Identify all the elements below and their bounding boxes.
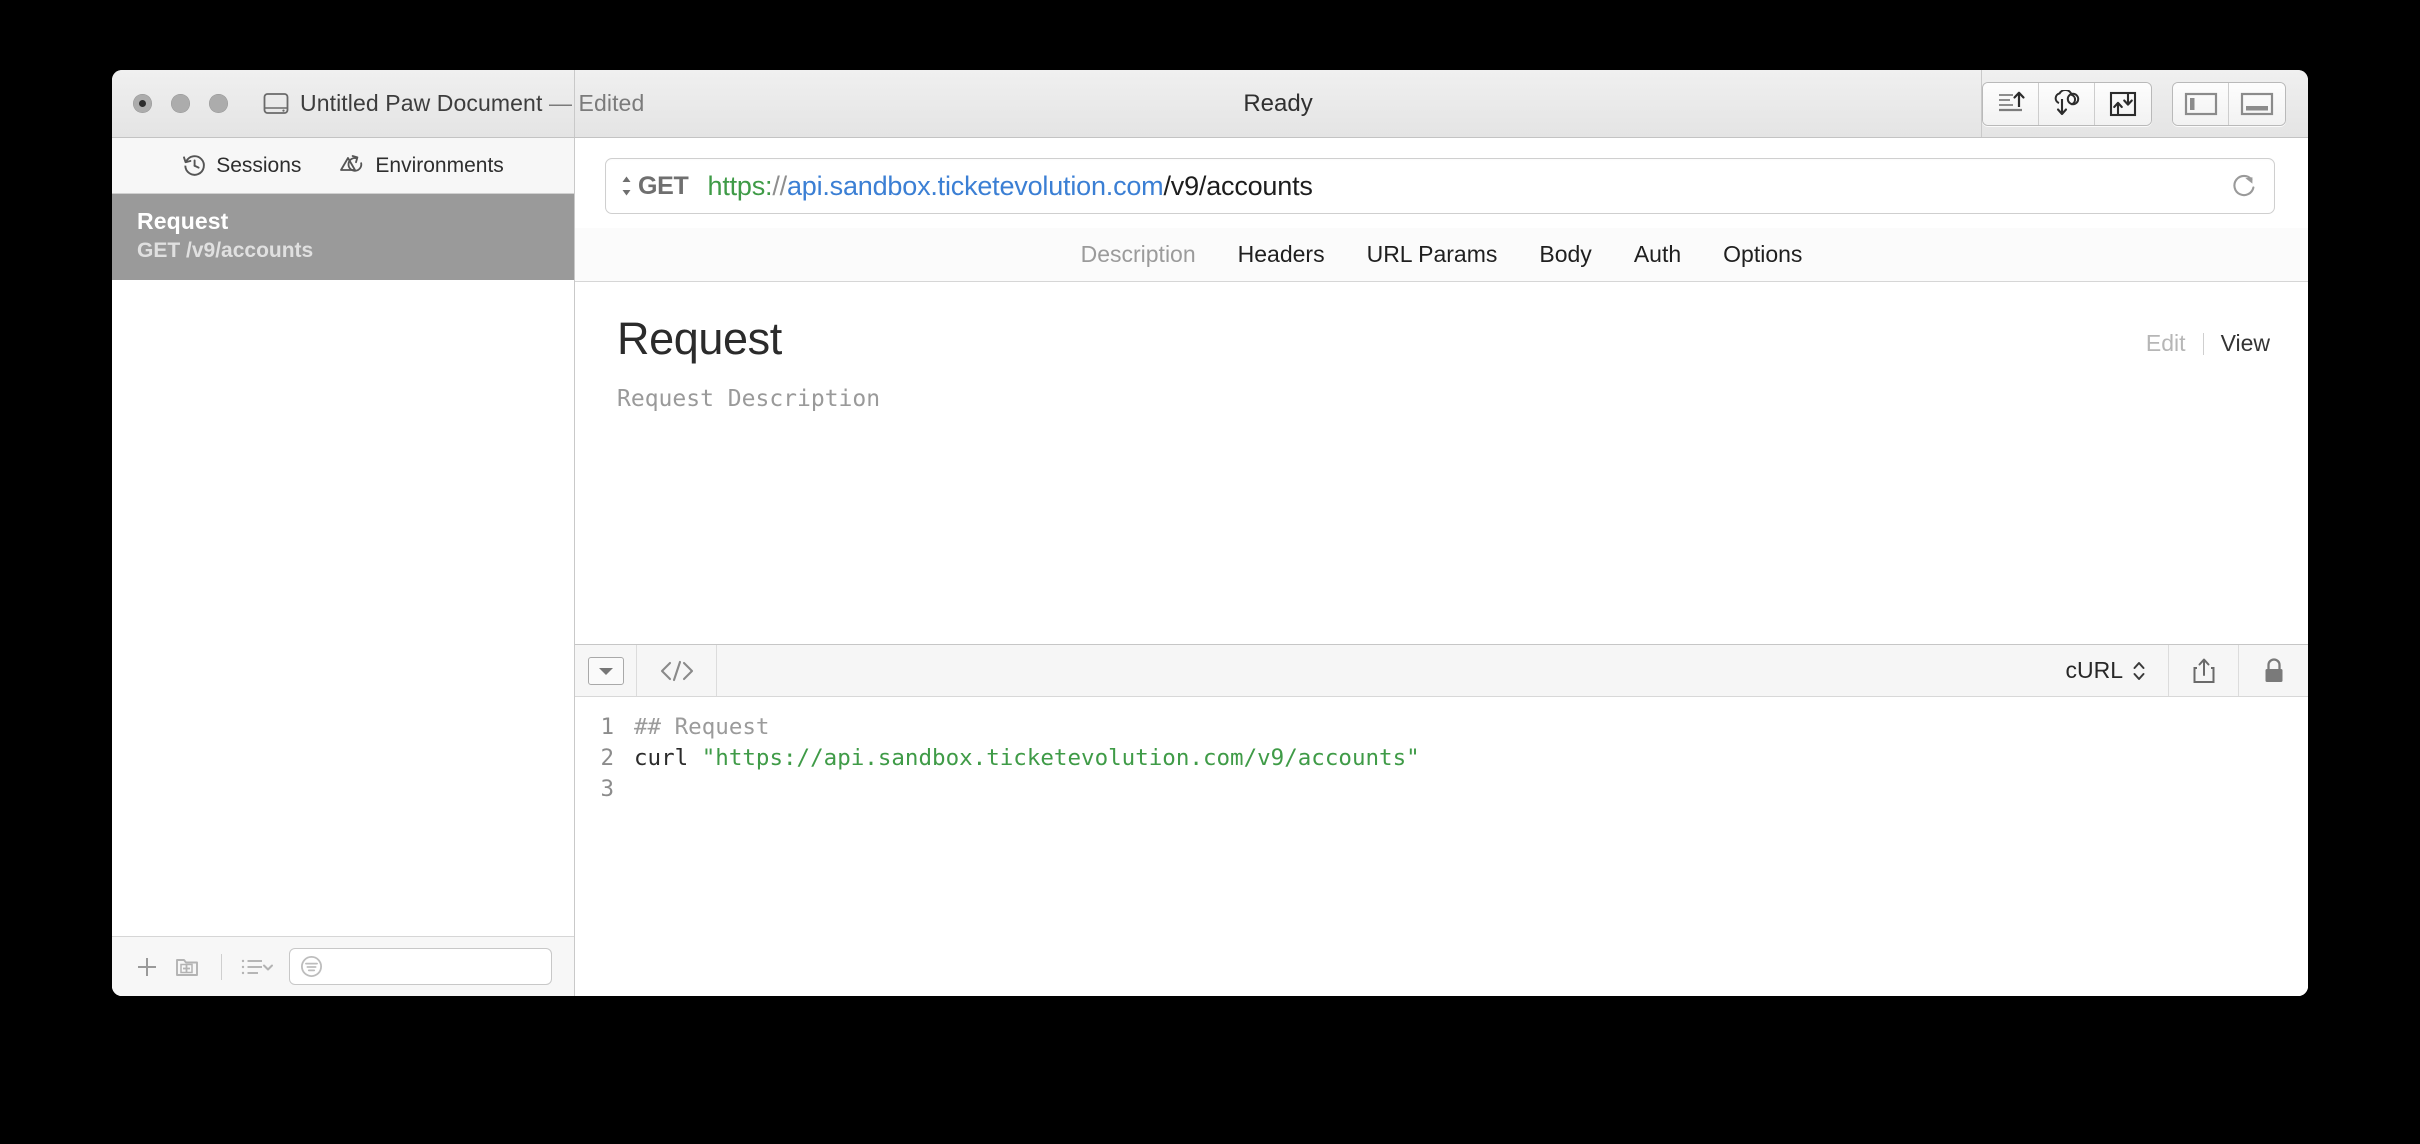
share-button[interactable]	[2168, 645, 2238, 696]
code-toolbar-spacer	[717, 645, 2043, 696]
url-slashes: //	[772, 170, 787, 201]
edit-button[interactable]: Edit	[2146, 330, 2186, 357]
minimize-button[interactable]	[171, 94, 190, 113]
clock-history-icon	[182, 153, 207, 178]
environments-icon	[339, 153, 366, 178]
window-controls	[133, 94, 228, 113]
toggle-left-sidebar-button[interactable]	[2173, 82, 2229, 125]
generated-code-area[interactable]: 1 2 3 ## Request curl "https://api.sandbox.…	[575, 697, 2308, 996]
code-line: ## Request	[634, 712, 2308, 743]
status-label: Ready	[1243, 89, 1313, 117]
window-body: Sessions Environments Request GET /v9/ac…	[112, 138, 2308, 996]
lock-button[interactable]	[2238, 645, 2308, 696]
share-icon	[2191, 656, 2217, 686]
list-chevron-icon[interactable]	[239, 954, 275, 980]
panel-toggle-group	[2172, 81, 2286, 126]
code-generator-panel: cURL 1 2 3 ## Request curl "https://api.…	[575, 644, 2308, 996]
code-brackets-icon	[657, 658, 697, 684]
new-folder-icon[interactable]	[174, 954, 204, 980]
tab-description[interactable]: Description	[1081, 241, 1196, 268]
code-text[interactable]: ## Request curl "https://api.sandbox.tick…	[621, 697, 2308, 996]
import-export-button[interactable]	[2095, 82, 2151, 125]
footer-divider	[221, 953, 222, 980]
edit-view-toggle: Edit View	[2146, 314, 2270, 357]
url-host: api.sandbox.ticketevolution.com	[786, 170, 1164, 201]
document-name: Untitled Paw Document	[300, 90, 543, 116]
code-line: curl "https://api.sandbox.ticketevolutio…	[634, 743, 2308, 774]
sidebar: Sessions Environments Request GET /v9/ac…	[112, 138, 575, 996]
sidebar-tabs: Sessions Environments	[112, 138, 574, 194]
chevron-updown-icon	[2132, 659, 2146, 683]
code-command: curl	[634, 745, 702, 771]
url-bar[interactable]: GET https://api.sandbox.ticketevolution.…	[605, 158, 2275, 214]
title-bar: Untitled Paw Document — Edited Ready	[112, 70, 2308, 138]
url-bar-container: GET https://api.sandbox.ticketevolution.…	[575, 138, 2308, 228]
cloud-sync-button[interactable]	[2039, 82, 2095, 125]
line-number: 3	[600, 776, 614, 802]
toggle-bottom-panel-button[interactable]	[2229, 82, 2285, 125]
tab-headers[interactable]: Headers	[1238, 241, 1325, 268]
request-tabs: Description Headers URL Params Body Auth…	[575, 228, 2308, 282]
sidebar-tab-environments-label: Environments	[375, 153, 504, 177]
chevron-down-icon	[587, 656, 624, 685]
url-scheme: https:	[707, 170, 773, 201]
sidebar-tab-environments[interactable]: Environments	[339, 153, 504, 178]
method-stepper-icon[interactable]	[620, 174, 633, 198]
action-button-group	[1982, 81, 2152, 126]
line-number-gutter: 1 2 3	[575, 697, 621, 996]
edit-view-divider	[2202, 332, 2204, 355]
tab-url-params[interactable]: URL Params	[1367, 241, 1498, 268]
document-icon	[263, 92, 289, 116]
code-string: "https://api.sandbox.ticketevolution.com…	[701, 745, 1420, 771]
titlebar-status-segment: Ready	[575, 70, 1982, 137]
code-comment: ## Request	[634, 714, 770, 740]
language-label: cURL	[2065, 657, 2123, 683]
titlebar-right-segment	[1982, 70, 2308, 137]
close-button[interactable]	[133, 94, 152, 113]
url-input[interactable]: https://api.sandbox.ticketevolution.com/…	[708, 171, 1313, 202]
description-header: Request Edit View	[617, 314, 2270, 364]
list-item[interactable]: Request GET /v9/accounts	[112, 194, 574, 280]
request-item-subtitle: GET /v9/accounts	[137, 239, 314, 262]
lock-icon	[2262, 656, 2286, 686]
add-request-button[interactable]	[134, 954, 160, 980]
send-request-button[interactable]	[1983, 82, 2039, 125]
sidebar-footer-toolbar	[112, 936, 574, 996]
page-title: Request	[617, 313, 782, 364]
request-item-title: Request	[137, 208, 229, 234]
tab-auth[interactable]: Auth	[1634, 241, 1681, 268]
filter-input[interactable]	[289, 948, 552, 985]
language-selector[interactable]: cURL	[2043, 657, 2168, 684]
filter-circle-icon	[299, 954, 324, 979]
zoom-button[interactable]	[209, 94, 228, 113]
http-method-label[interactable]: GET	[638, 172, 689, 201]
description-pane: Request Edit View Request Description	[575, 282, 2308, 644]
description-placeholder[interactable]: Request Description	[617, 386, 2270, 412]
close-dot	[139, 100, 146, 107]
line-number: 1	[600, 714, 614, 740]
sidebar-tab-sessions[interactable]: Sessions	[182, 153, 301, 178]
main-area: GET https://api.sandbox.ticketevolution.…	[575, 138, 2308, 996]
line-number: 2	[600, 745, 614, 771]
tab-options[interactable]: Options	[1723, 241, 1802, 268]
request-list: Request GET /v9/accounts	[112, 194, 574, 936]
reload-button[interactable]	[2212, 159, 2274, 213]
tab-body[interactable]: Body	[1539, 241, 1591, 268]
code-view-button[interactable]	[637, 645, 717, 696]
titlebar-left-segment: Untitled Paw Document — Edited	[112, 70, 644, 137]
collapse-panel-button[interactable]	[575, 645, 637, 696]
paw-app-window: Untitled Paw Document — Edited Ready Ses…	[112, 70, 2308, 996]
url-path: /v9/accounts	[1163, 170, 1313, 201]
sidebar-tab-sessions-label: Sessions	[216, 153, 302, 177]
view-button[interactable]: View	[2221, 330, 2270, 357]
code-panel-toolbar: cURL	[575, 645, 2308, 697]
